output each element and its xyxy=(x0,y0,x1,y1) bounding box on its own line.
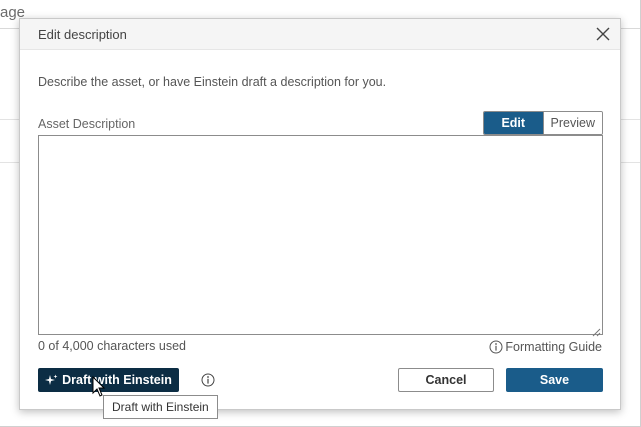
formatting-guide-link[interactable]: Formatting Guide xyxy=(489,340,602,354)
dialog-header: Edit description xyxy=(20,19,620,50)
draft-tooltip: Draft with Einstein xyxy=(103,395,218,419)
dialog-intro-text: Describe the asset, or have Einstein dra… xyxy=(38,75,387,89)
info-icon xyxy=(489,340,503,354)
resize-grip-icon[interactable] xyxy=(592,324,601,337)
formatting-guide-label: Formatting Guide xyxy=(505,340,602,354)
dialog-title: Edit description xyxy=(38,27,127,42)
mouse-pointer-icon xyxy=(92,375,106,398)
einstein-info-icon[interactable] xyxy=(201,373,215,387)
cancel-button[interactable]: Cancel xyxy=(398,368,494,392)
draft-with-einstein-button[interactable]: Draft with Einstein xyxy=(38,368,179,392)
draft-button-label: Draft with Einstein xyxy=(62,373,172,387)
asset-description-textarea[interactable] xyxy=(38,135,603,335)
tab-preview[interactable]: Preview xyxy=(542,112,602,134)
close-icon[interactable] xyxy=(595,26,611,42)
sparkle-icon xyxy=(45,374,58,385)
edit-preview-toggle: Edit Preview xyxy=(483,111,603,135)
asset-description-label: Asset Description xyxy=(38,117,136,131)
character-count: 0 of 4,000 characters used xyxy=(38,339,187,353)
save-button[interactable]: Save xyxy=(506,368,603,392)
tab-edit[interactable]: Edit xyxy=(484,112,543,134)
edit-description-dialog: Edit description Describe the asset, or … xyxy=(19,18,621,410)
